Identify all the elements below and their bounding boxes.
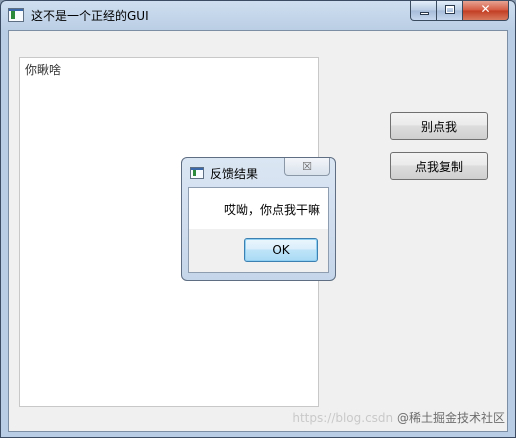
feedback-dialog: 反馈结果 ☒ 哎呦，你点我干嘛 OK (181, 157, 336, 281)
dialog-app-icon (190, 167, 204, 179)
watermark: https://blog.csdn @稀土掘金技术社区 (292, 409, 505, 426)
dialog-title: 反馈结果 (210, 167, 259, 181)
text-area-value: 你瞅啥 (25, 63, 62, 77)
minimize-icon (420, 12, 429, 15)
watermark-site: @稀土掘金技术社区 (396, 411, 505, 425)
title-bar[interactable]: 这不是一个正经的GUI ✕ (1, 1, 515, 29)
dialog-close-icon: ☒ (302, 160, 312, 173)
maximize-icon (445, 5, 455, 14)
window-title: 这不是一个正经的GUI (31, 9, 149, 23)
app-icon (8, 8, 24, 22)
caption-buttons: ✕ (410, 1, 509, 21)
watermark-url: https://blog.csdn (292, 411, 394, 425)
ok-button[interactable]: OK (244, 238, 318, 262)
dialog-message-area: 哎呦，你点我干嘛 (189, 188, 328, 229)
close-button[interactable]: ✕ (463, 1, 509, 21)
dialog-message: 哎呦，你点我干嘛 (223, 203, 320, 217)
minimize-button[interactable] (410, 1, 437, 21)
dialog-body: 哎呦，你点我干嘛 OK (188, 187, 329, 273)
dont-click-me-button[interactable]: 别点我 (390, 112, 488, 140)
dialog-close-button[interactable]: ☒ (284, 158, 330, 176)
maximize-button[interactable] (437, 1, 463, 21)
click-to-copy-button[interactable]: 点我复制 (390, 152, 488, 180)
close-icon: ✕ (480, 2, 491, 16)
